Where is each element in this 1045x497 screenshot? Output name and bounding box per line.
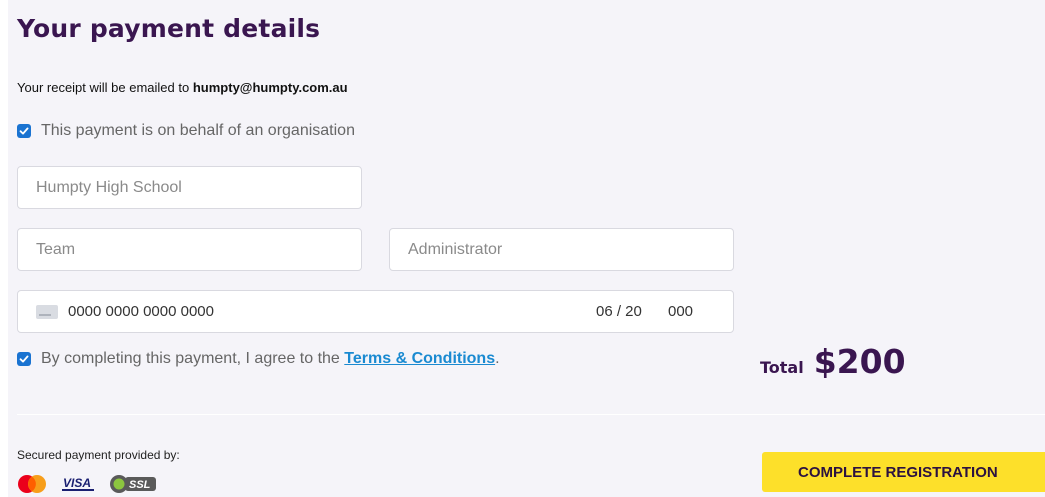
page-title: Your payment details — [17, 14, 321, 43]
card-number-field[interactable]: 0000 0000 0000 0000 — [68, 303, 214, 320]
visa-wordmark: VISA — [63, 476, 91, 490]
organisation-checkbox[interactable] — [17, 124, 31, 138]
organisation-checkbox-label: This payment is on behalf of an organisa… — [41, 122, 355, 139]
receipt-notice: Your receipt will be emailed to humpty@h… — [17, 80, 348, 95]
card-details-input[interactable]: 0000 0000 0000 0000 06 / 20 000 — [17, 290, 734, 333]
receipt-email: humpty@humpty.com.au — [192, 80, 348, 95]
checkmark-icon — [19, 127, 29, 135]
total-amount: $200 — [813, 342, 906, 381]
ssl-wordmark: SSL — [129, 479, 151, 491]
order-total: Total $200 — [760, 342, 906, 381]
secured-payment-label: Secured payment provided by: — [17, 448, 180, 462]
card-cvc-field[interactable]: 000 — [668, 303, 693, 320]
role-placeholder: Administrator — [408, 240, 503, 258]
total-label: Total — [760, 358, 804, 377]
role-input[interactable]: Administrator — [389, 228, 734, 271]
section-divider — [17, 414, 1045, 415]
receipt-prefix: Your receipt will be emailed to — [17, 80, 190, 95]
terms-checkbox[interactable] — [17, 352, 31, 366]
visa-icon: VISA — [62, 476, 94, 491]
team-placeholder: Team — [36, 240, 76, 258]
card-expiry-field[interactable]: 06 / 20 — [596, 303, 642, 320]
payment-details-panel: Your payment details Your receipt will b… — [0, 0, 1045, 497]
organisation-name-input[interactable]: Humpty High School — [17, 166, 362, 209]
complete-registration-button[interactable]: COMPLETE REGISTRATION — [762, 452, 1045, 492]
checkmark-icon — [19, 355, 29, 363]
mastercard-icon — [18, 475, 46, 493]
organisation-checkbox-row[interactable]: This payment is on behalf of an organisa… — [17, 122, 355, 140]
team-input[interactable]: Team — [17, 228, 362, 271]
terms-text: By completing this payment, I agree to t… — [41, 350, 500, 368]
ssl-icon: SSL — [110, 475, 156, 493]
terms-checkbox-row[interactable]: By completing this payment, I agree to t… — [17, 350, 500, 368]
payment-provider-logos: VISA SSL — [17, 474, 157, 494]
terms-suffix: . — [495, 350, 500, 367]
terms-conditions-link[interactable]: Terms & Conditions — [344, 350, 495, 367]
terms-prefix: By completing this payment, I agree to t… — [41, 350, 340, 367]
credit-card-icon — [36, 304, 58, 319]
organisation-name-value: Humpty High School — [36, 178, 182, 196]
